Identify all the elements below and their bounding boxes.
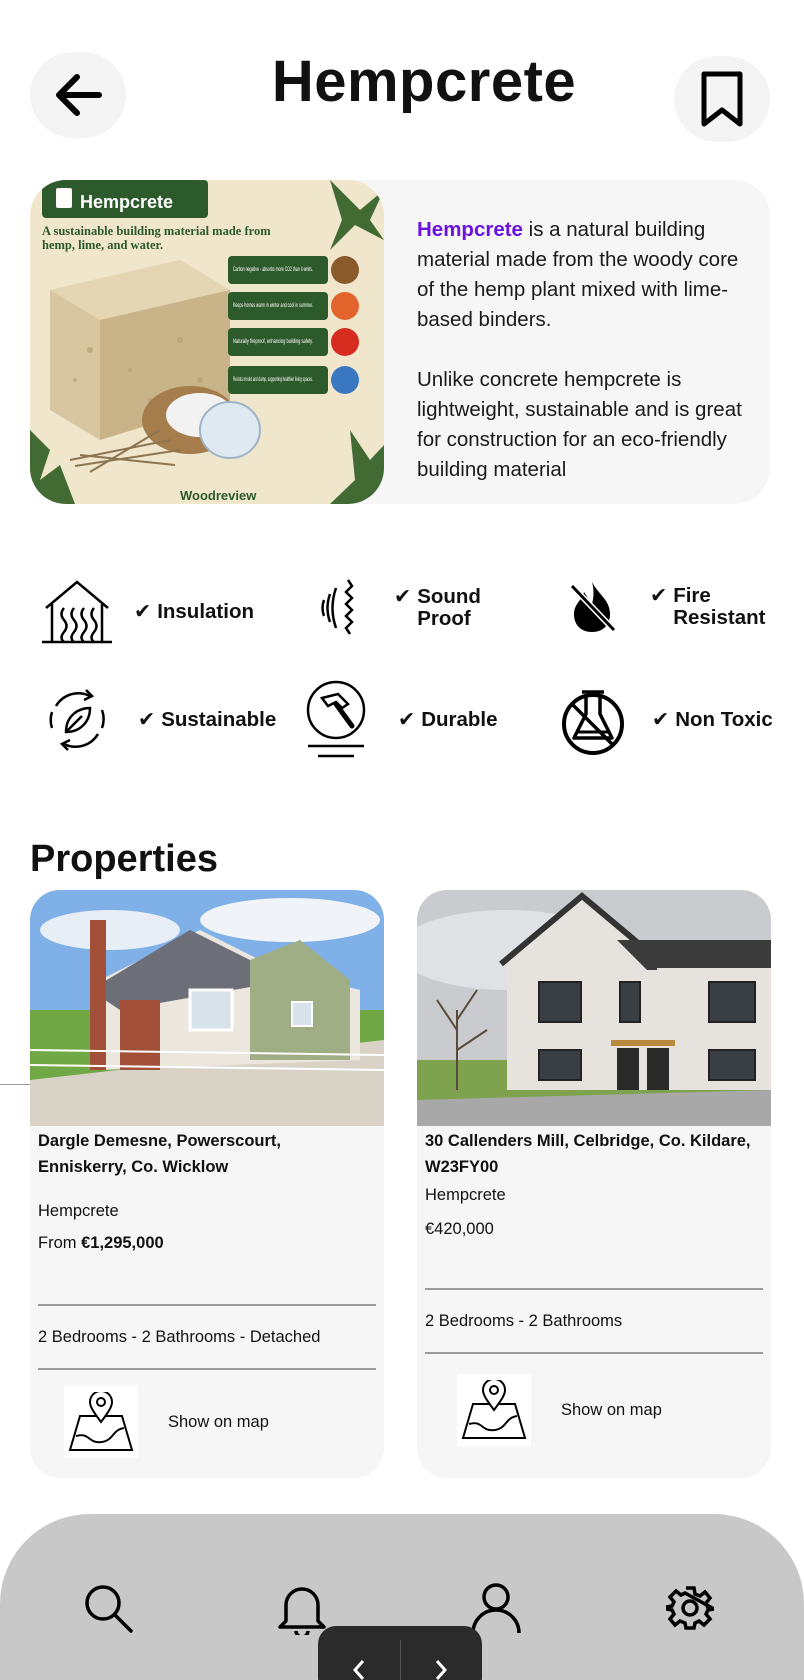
property-meta: 2 Bedrooms - 2 Bathrooms - Detached bbox=[38, 1328, 321, 1346]
page: Hempcrete Hempcrete A sustainable buildi… bbox=[0, 0, 804, 1680]
chevron-left-icon bbox=[352, 1660, 364, 1680]
check-icon: ✔ bbox=[650, 584, 668, 607]
infographic-bullet-1: Carbon negative - absorbs more CO2 than … bbox=[233, 266, 313, 273]
gear-icon[interactable] bbox=[662, 1580, 718, 1636]
map-pin-icon bbox=[64, 1386, 138, 1458]
property-material: Hempcrete bbox=[425, 1186, 506, 1204]
house-heat-icon bbox=[40, 578, 114, 646]
feature-label: Insulation bbox=[157, 600, 254, 623]
feature-label: Sustainable bbox=[161, 708, 277, 731]
check-icon: ✔ bbox=[134, 600, 152, 623]
search-icon[interactable] bbox=[80, 1580, 136, 1636]
property-address: 30 Callenders Mill, Celbridge, Co. Kilda… bbox=[425, 1132, 751, 1176]
infographic-bullet-4: Resists mould and damp, supporting healt… bbox=[233, 376, 313, 383]
fire-off-icon bbox=[570, 580, 616, 634]
property-price: From €1,295,000 bbox=[38, 1234, 164, 1253]
property-meta: 2 Bedrooms - 2 Bathrooms bbox=[425, 1312, 623, 1330]
feature-label: Fire Resistant bbox=[673, 584, 766, 629]
divider bbox=[38, 1304, 376, 1306]
property-price: €420,000 bbox=[425, 1220, 494, 1239]
feature-durable: ✔ Durable bbox=[304, 680, 498, 760]
infographic-watermark: Woodreview bbox=[180, 488, 257, 503]
feature-insulation: ✔ Insulation bbox=[40, 578, 254, 646]
feature-fire-resistant: ✔ Fire Resistant bbox=[570, 580, 770, 634]
divider bbox=[38, 1368, 376, 1370]
feature-label: Durable bbox=[421, 708, 498, 731]
check-icon: ✔ bbox=[394, 585, 412, 608]
pager bbox=[318, 1626, 482, 1680]
pager-next-button[interactable] bbox=[401, 1626, 483, 1680]
feature-sound-proof: ✔ Sound Proof bbox=[318, 578, 494, 638]
hammer-icon bbox=[304, 680, 368, 760]
check-icon: ✔ bbox=[652, 708, 670, 731]
feature-non-toxic: ✔ Non Toxic bbox=[562, 684, 773, 756]
show-on-map-label: Show on map bbox=[168, 1412, 269, 1431]
bookmark-icon bbox=[701, 71, 743, 127]
feature-sustainable: ✔ Sustainable bbox=[46, 688, 276, 752]
divider bbox=[425, 1288, 763, 1290]
property-address: Dargle Demesne, Powerscourt, Enniskerry,… bbox=[38, 1132, 282, 1176]
check-icon: ✔ bbox=[138, 708, 156, 731]
price-prefix: From bbox=[38, 1234, 82, 1252]
show-on-map-label: Show on map bbox=[561, 1400, 662, 1419]
divider bbox=[0, 1084, 30, 1085]
property-photo bbox=[417, 890, 771, 1126]
price-value: €420,000 bbox=[425, 1220, 494, 1238]
infographic-bullet-2: Keeps homes warm in winter and cool in s… bbox=[233, 302, 313, 309]
intro-paragraph-1: Hempcrete is a natural building material… bbox=[417, 215, 757, 335]
bookmark-button[interactable] bbox=[674, 56, 770, 142]
pager-prev-button[interactable] bbox=[318, 1626, 400, 1680]
infographic-badge: Hempcrete bbox=[80, 192, 173, 212]
intro-paragraph-2: Unlike concrete hempcrete is lightweight… bbox=[417, 368, 742, 481]
flask-off-icon bbox=[562, 684, 624, 756]
property-card[interactable]: 30 Callenders Mill, Celbridge, Co. Kilda… bbox=[417, 890, 771, 1478]
properties-title: Properties bbox=[30, 838, 218, 880]
property-card[interactable]: Dargle Demesne, Powerscourt, Enniskerry,… bbox=[30, 890, 384, 1478]
infographic-tagline: A sustainable building material made fro… bbox=[42, 224, 271, 252]
recycle-leaf-icon bbox=[46, 688, 108, 752]
feature-label: Sound Proof bbox=[417, 585, 481, 630]
map-pin-icon bbox=[457, 1374, 531, 1446]
hempcrete-infographic-image: Hempcrete A sustainable building materia… bbox=[30, 180, 384, 504]
check-icon: ✔ bbox=[398, 708, 416, 731]
sound-wave-icon bbox=[318, 578, 356, 638]
property-material: Hempcrete bbox=[38, 1202, 119, 1220]
infographic-bullet-3: Naturally fireproof, enhancing building … bbox=[233, 338, 313, 345]
chevron-right-icon bbox=[436, 1660, 448, 1680]
feature-label: Non Toxic bbox=[675, 708, 773, 731]
divider bbox=[425, 1352, 763, 1354]
show-on-map-button[interactable]: Show on map bbox=[457, 1374, 662, 1446]
show-on-map-button[interactable]: Show on map bbox=[64, 1386, 269, 1458]
intro-description: Hempcrete is a natural building material… bbox=[417, 215, 757, 485]
property-photo bbox=[30, 890, 384, 1126]
price-value: €1,295,000 bbox=[81, 1234, 164, 1252]
intro-highlight: Hempcrete bbox=[417, 218, 523, 241]
